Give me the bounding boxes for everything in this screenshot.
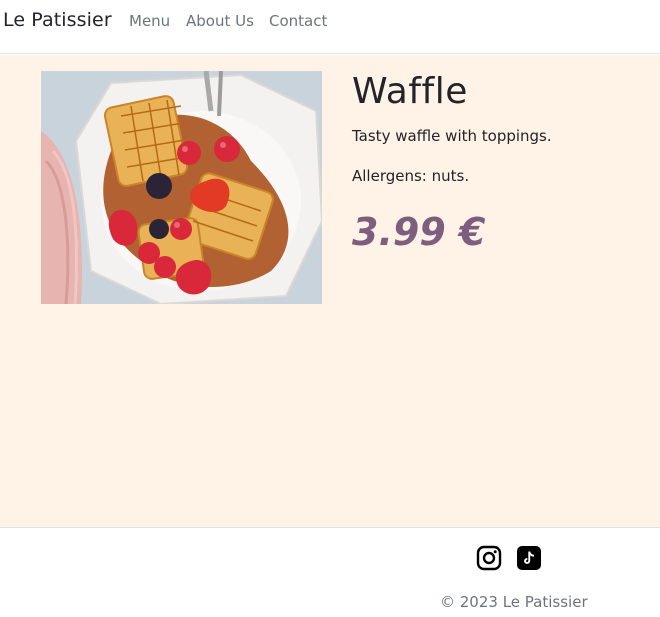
nav-link-about-us[interactable]: About Us [186,12,254,30]
brand-link[interactable]: Le Patissier [3,9,112,31]
instagram-icon [476,545,502,571]
copyright-text: © 2023 Le Patissier [440,593,588,611]
nav-link-menu[interactable]: Menu [129,12,170,30]
nav-link-contact[interactable]: Contact [269,12,327,30]
navbar: Le Patissier Menu About Us Contact [0,0,660,54]
product-title: Waffle [352,71,468,112]
product-section: Waffle Tasty waffle with toppings. Aller… [0,55,660,527]
instagram-link[interactable] [476,545,502,571]
tiktok-link[interactable] [516,545,542,571]
tiktok-icon [517,546,541,570]
product-description: Tasty waffle with toppings. [352,127,552,145]
product-allergens: Allergens: nuts. [352,167,470,185]
product-image [41,71,322,304]
product-price: 3.99 € [352,210,486,254]
footer: © 2023 Le Patissier [0,527,660,617]
